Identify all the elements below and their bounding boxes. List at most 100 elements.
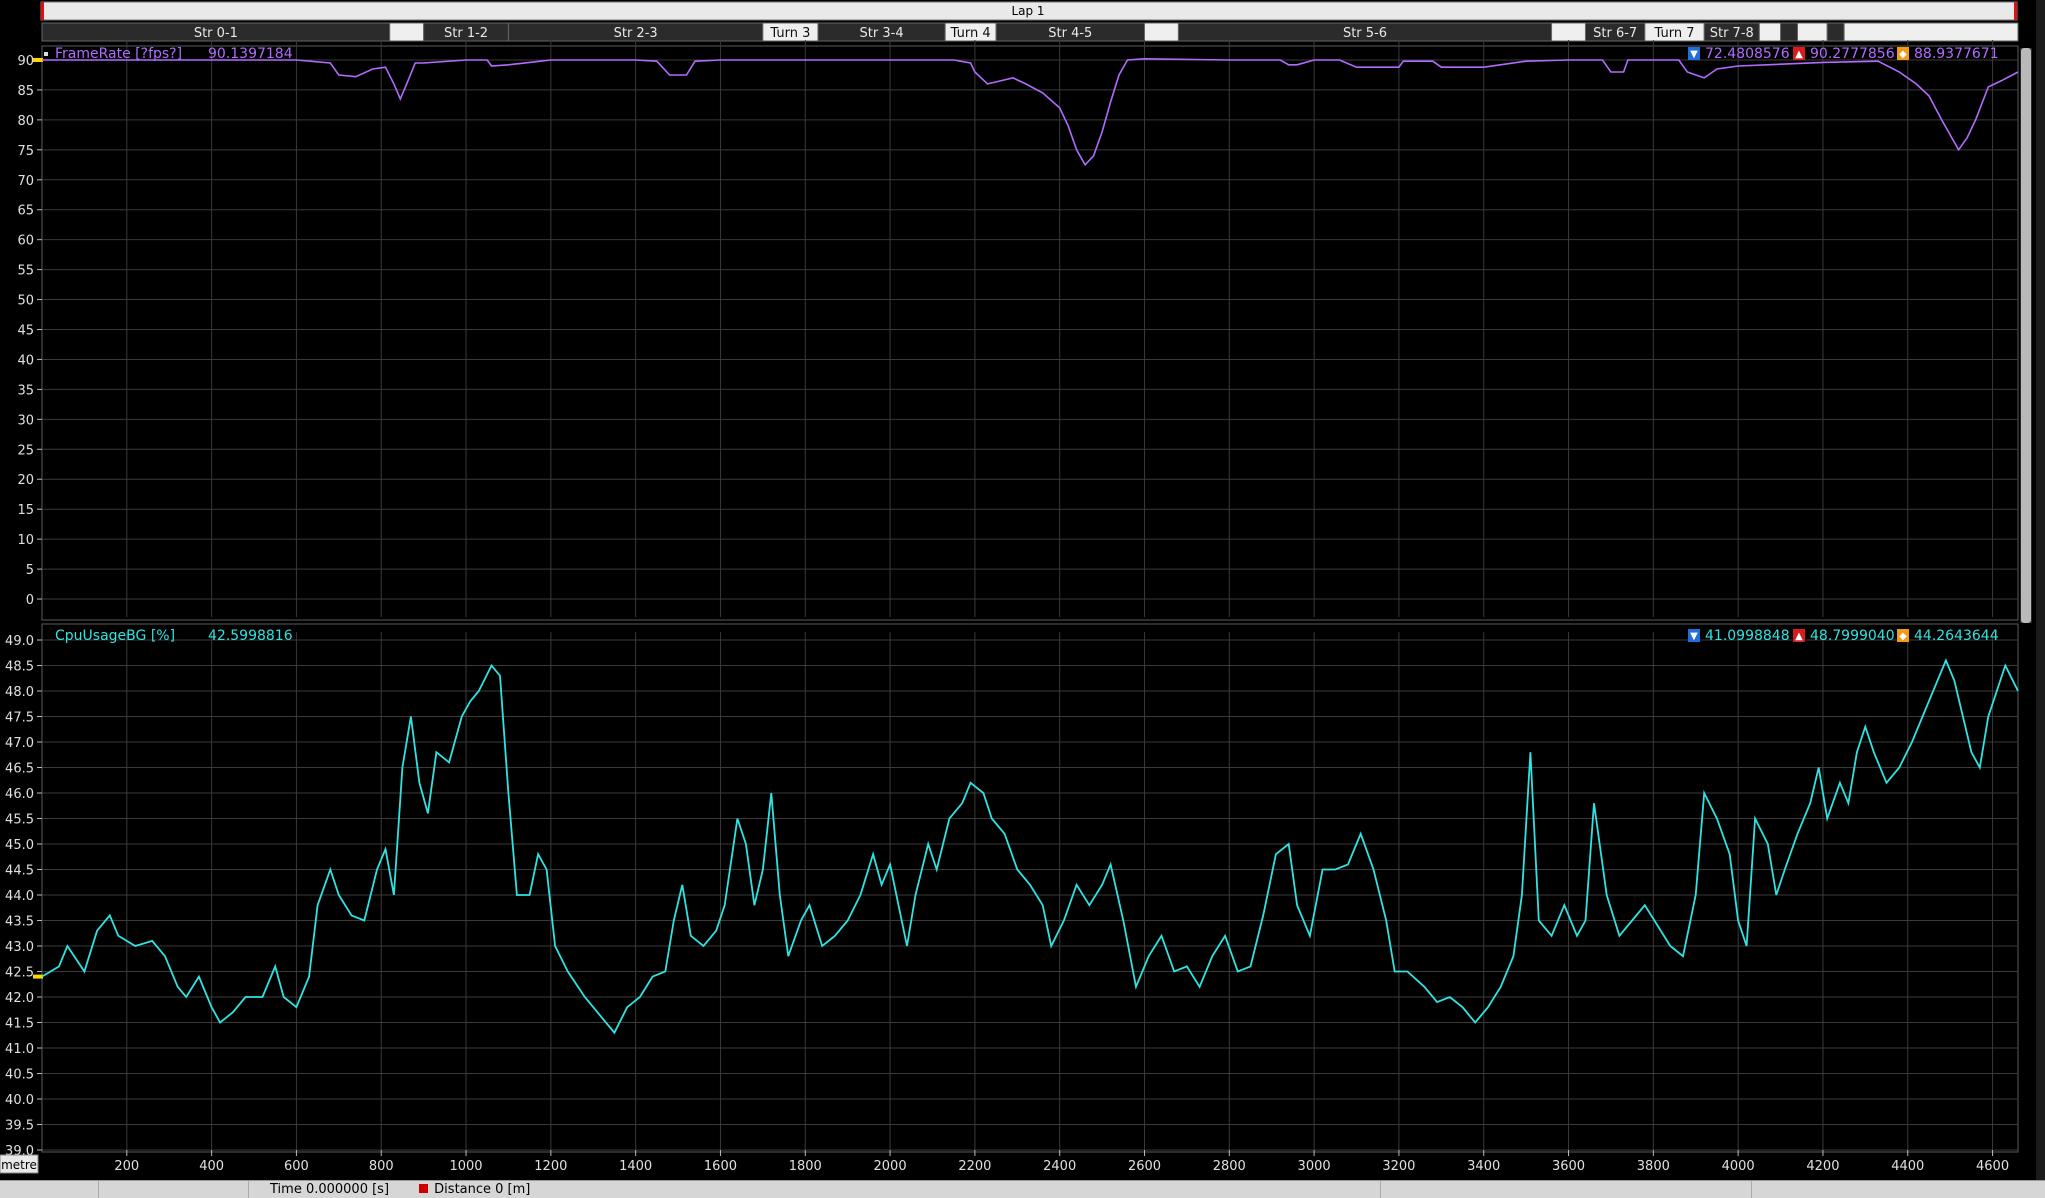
y-tick-label: 43.5 bbox=[5, 915, 34, 930]
segment-label: Str 4-5 bbox=[1048, 26, 1092, 41]
segment-label: Str 6-7 bbox=[1593, 26, 1637, 41]
x-tick-label: 4000 bbox=[1722, 1159, 1755, 1174]
y-tick-label: 85 bbox=[17, 84, 34, 99]
telemetry-chart[interactable]: Lap 1 Str 0-1 Str 1-2 Str 2-3 Turn 3 Str 3-4… bbox=[0, 0, 2045, 1197]
segment-18 bbox=[1843, 22, 2019, 42]
y-tick-label: 41.0 bbox=[5, 1042, 34, 1057]
y-tick-label: 39.5 bbox=[5, 1119, 34, 1134]
status-segment bbox=[0, 1181, 99, 1198]
y-tick-label: 5 bbox=[26, 563, 34, 578]
segment-label: Turn 3 bbox=[769, 26, 810, 41]
framerate-current-value: 90.1397184 bbox=[208, 46, 293, 62]
x-tick-label: 200 bbox=[114, 1159, 139, 1174]
y-tick-label: 30 bbox=[17, 413, 34, 428]
y-tick-label: 45.5 bbox=[5, 813, 34, 828]
cpu-current-value: 42.5998816 bbox=[208, 628, 293, 644]
y-tick-label: 40 bbox=[17, 353, 34, 368]
y-tick-label: 55 bbox=[17, 264, 34, 279]
x-tick-label: 3600 bbox=[1552, 1159, 1585, 1174]
y-tick-label: 47.0 bbox=[5, 736, 34, 751]
y-tick-label: 20 bbox=[17, 473, 34, 488]
avg-icon-glyph: ◆ bbox=[1899, 49, 1907, 60]
status-distance: Distance 0 [m] bbox=[434, 1182, 531, 1197]
x-tick-label: 1400 bbox=[619, 1159, 652, 1174]
x-tick-label: 1200 bbox=[534, 1159, 567, 1174]
segment-label: Str 3-4 bbox=[860, 26, 904, 41]
x-tick-label: 4400 bbox=[1891, 1159, 1924, 1174]
y-tick-label: 44.0 bbox=[5, 889, 34, 904]
x-unit-label: metre bbox=[1, 1158, 37, 1172]
cursor-marker bbox=[33, 974, 43, 979]
segment-label: Str 2-3 bbox=[614, 26, 658, 41]
y-tick-label: 42.0 bbox=[5, 991, 34, 1006]
framerate-panel[interactable]: 0 5 10 15 20 25 30 35 40 45 50 55 60 65 70 75 80 85 90 Fra… bbox=[17, 40, 2019, 621]
y-tick-label: 50 bbox=[17, 294, 34, 309]
x-tick-label: 2000 bbox=[874, 1159, 907, 1174]
max-icon-glyph: ▲ bbox=[1795, 631, 1803, 642]
y-tick-label: 70 bbox=[17, 174, 34, 189]
y-tick-label: 60 bbox=[17, 234, 34, 249]
y-tick-label: 35 bbox=[17, 383, 34, 398]
cursor-marker bbox=[33, 57, 43, 62]
framerate-legend-marker bbox=[44, 52, 48, 56]
x-tick-label: 400 bbox=[199, 1159, 224, 1174]
y-tick-label: 40.0 bbox=[5, 1093, 34, 1108]
distance-marker-icon bbox=[419, 1184, 429, 1193]
x-tick-label: 1000 bbox=[449, 1159, 482, 1174]
segment-8 bbox=[1143, 22, 1179, 42]
y-tick-label: 41.5 bbox=[5, 1017, 34, 1032]
y-tick-label: 47.5 bbox=[5, 711, 34, 726]
y-tick-label: 10 bbox=[17, 533, 34, 548]
max-icon-glyph: ▲ bbox=[1795, 49, 1803, 60]
vertical-scrollbar[interactable] bbox=[2020, 48, 2032, 623]
y-tick-label: 46.0 bbox=[5, 787, 34, 802]
x-tick-label: 4200 bbox=[1806, 1159, 1839, 1174]
segment-15 bbox=[1780, 22, 1799, 42]
x-tick-label: 1800 bbox=[789, 1159, 822, 1174]
y-tick-label: 0 bbox=[26, 593, 34, 608]
segment-label: Str 1-2 bbox=[444, 26, 488, 41]
segment-16 bbox=[1797, 22, 1828, 42]
lap-bar[interactable]: Lap 1 bbox=[40, 1, 2018, 21]
y-tick-label: 90 bbox=[17, 54, 34, 69]
cpu-avg-value: 44.2643644 bbox=[1914, 628, 1999, 644]
cpu-series-name: CpuUsageBG [%] bbox=[55, 628, 175, 644]
y-tick-label: 45.0 bbox=[5, 838, 34, 853]
x-tick-label: 3400 bbox=[1467, 1159, 1500, 1174]
cpu-max-value: 48.7999040 bbox=[1810, 628, 1895, 644]
right-edge-panel bbox=[2036, 0, 2045, 1180]
y-tick-label: 48.5 bbox=[5, 660, 34, 675]
x-tick-label: 1600 bbox=[704, 1159, 737, 1174]
framerate-series-name: FrameRate [?fps?] bbox=[55, 46, 182, 62]
status-bar: Time 0.000000 [s] Distance 0 [m] bbox=[0, 1180, 2045, 1198]
y-tick-label: 43.0 bbox=[5, 940, 34, 955]
x-tick-label: 2200 bbox=[958, 1159, 991, 1174]
min-icon-glyph: ▼ bbox=[1690, 49, 1698, 60]
x-tick-label: 3800 bbox=[1637, 1159, 1670, 1174]
x-tick-label: 2400 bbox=[1043, 1159, 1076, 1174]
lap-start-marker bbox=[41, 2, 44, 20]
x-tick-label: 2600 bbox=[1128, 1159, 1161, 1174]
segment-10 bbox=[1551, 22, 1586, 42]
lap-end-marker bbox=[2014, 2, 2017, 20]
x-tick-label: 3000 bbox=[1298, 1159, 1331, 1174]
y-tick-label: 45 bbox=[17, 324, 34, 339]
framerate-min-value: 72.4808576 bbox=[1705, 46, 1790, 62]
x-tick-label: 800 bbox=[369, 1159, 394, 1174]
x-tick-label: 600 bbox=[284, 1159, 309, 1174]
framerate-max-value: 90.2777856 bbox=[1810, 46, 1895, 62]
x-tick-label: 4600 bbox=[1976, 1159, 2009, 1174]
status-distance-wrap: Distance 0 [m] bbox=[419, 1182, 556, 1197]
status-time: Time 0.000000 [s] bbox=[270, 1182, 390, 1197]
x-tick-label: 3200 bbox=[1382, 1159, 1415, 1174]
status-segment bbox=[1380, 1181, 1752, 1198]
y-tick-label: 40.5 bbox=[5, 1068, 34, 1083]
framerate-plot-area bbox=[41, 45, 2019, 621]
scrollbar-thumb[interactable] bbox=[2021, 48, 2031, 623]
cpu-min-value: 41.0998848 bbox=[1705, 628, 1790, 644]
y-tick-label: 15 bbox=[17, 503, 34, 518]
y-tick-label: 75 bbox=[17, 144, 34, 159]
cpu-panel[interactable]: 39.039.540.040.541.041.542.042.543.043.5… bbox=[5, 623, 2019, 1159]
segment-bar[interactable]: Str 0-1 Str 1-2 Str 2-3 Turn 3 Str 3-4 Turn 4… bbox=[41, 22, 2019, 42]
segment-17 bbox=[1826, 22, 1845, 42]
